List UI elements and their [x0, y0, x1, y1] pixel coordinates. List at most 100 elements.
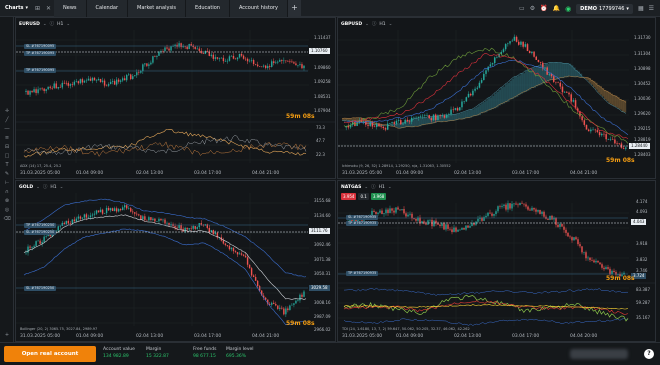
- candle: [303, 65, 305, 69]
- line-tool-icon[interactable]: ╱: [0, 116, 14, 125]
- candle: [119, 80, 122, 82]
- indicator-legend[interactable]: TDI (24, 1.6180, 13, 7, 2) 59.647, 50.06…: [342, 327, 470, 331]
- tp-order-tag[interactable]: TP #767190250: [24, 223, 57, 228]
- sl-order-tag[interactable]: SL #767190250: [24, 286, 57, 291]
- sl-order-tag[interactable]: SL #767190250: [24, 230, 57, 235]
- candle: [111, 208, 114, 212]
- shape-tool-icon[interactable]: □: [0, 152, 14, 161]
- ichimoku-cloud: [603, 90, 607, 100]
- lock-icon[interactable]: ⊗: [0, 197, 14, 206]
- add-tab-button[interactable]: +: [287, 0, 301, 17]
- tp-order-tag[interactable]: TP #767190095: [24, 68, 57, 73]
- price-chart[interactable]: [338, 181, 656, 342]
- text-tool-icon[interactable]: T: [0, 161, 14, 170]
- candle: [297, 64, 299, 66]
- candle: [389, 208, 391, 214]
- indicator-legend[interactable]: Bollinger (20, 2) 3065.75, 3027.84, 2989…: [20, 327, 97, 331]
- sl-order-tag[interactable]: SL #767190935: [346, 215, 379, 220]
- eye-icon[interactable]: ◎: [0, 206, 14, 215]
- ichimoku-cloud: [621, 100, 624, 112]
- ichimoku-cloud: [423, 117, 426, 125]
- ichimoku-cloud: [535, 66, 539, 87]
- close-icon[interactable]: ✕: [43, 5, 54, 12]
- candle: [166, 47, 168, 49]
- candle: [224, 243, 227, 246]
- chart-panel-gold[interactable]: GOLD ⌄ ⓘ H1 ⌄ TP #767190250 SL #767190250 SL…: [15, 180, 336, 342]
- candle: [109, 81, 112, 85]
- candle: [65, 220, 68, 224]
- candle: [456, 108, 459, 111]
- candle: [430, 118, 433, 121]
- grid-icon[interactable]: ▦: [638, 5, 644, 12]
- help-button[interactable]: ?: [644, 349, 654, 359]
- chart-panel-eurusd[interactable]: EURUSD ⌄ ⓘ H1 ⌄ SL #767190095 TP #767190095 …: [15, 17, 336, 179]
- candle: [465, 97, 468, 102]
- candle: [295, 300, 297, 304]
- candle: [61, 222, 63, 226]
- brush-tool-icon[interactable]: ✎: [0, 170, 14, 179]
- candle: [620, 143, 623, 148]
- measure-tool-icon[interactable]: ⊢: [0, 179, 14, 188]
- candle: [132, 211, 134, 213]
- tab-calendar[interactable]: Calendar: [86, 0, 129, 17]
- tab-education[interactable]: Education: [186, 0, 230, 17]
- candle: [381, 210, 383, 215]
- magnet-icon[interactable]: ∩: [0, 188, 14, 197]
- sl-order-tag[interactable]: SL #767190095: [24, 44, 57, 49]
- tab-news[interactable]: News: [54, 0, 87, 17]
- indicator-tick: 73.3: [316, 125, 325, 130]
- indicator-legend[interactable]: Ichimoku (9, 26, 52) 1.28914, 1.29250, n…: [342, 164, 451, 168]
- blurred-user-info: [570, 349, 628, 359]
- tools-icon[interactable]: ⚙: [530, 5, 535, 12]
- open-real-account-button[interactable]: Open real account: [4, 346, 96, 362]
- price-chart[interactable]: [16, 18, 336, 179]
- candle: [299, 64, 301, 65]
- charts-menu[interactable]: Charts ▾: [0, 5, 32, 11]
- tab-account-history[interactable]: Account history: [229, 0, 288, 17]
- tab-market-analysis[interactable]: Market analysis: [128, 0, 187, 17]
- add-icon[interactable]: +: [0, 331, 14, 340]
- cursor-icon[interactable]: ✛: [0, 107, 14, 116]
- alert-icon[interactable]: ⏰: [540, 5, 547, 12]
- price-tick: 1.08531: [314, 94, 331, 99]
- candle: [109, 208, 112, 211]
- candle: [511, 40, 513, 42]
- candle: [113, 208, 116, 212]
- candle: [190, 44, 192, 46]
- candle: [126, 205, 128, 209]
- candle: [196, 48, 198, 50]
- channel-tool-icon[interactable]: ≡: [0, 134, 14, 143]
- menu-icon[interactable]: ☰: [649, 5, 654, 12]
- candle: [391, 208, 393, 211]
- account-selector[interactable]: DEMO 17799746 ▾: [576, 3, 633, 14]
- candle: [616, 143, 618, 144]
- tp-order-tag[interactable]: TP #767190095: [24, 51, 57, 56]
- date-tick: 31.03.2025 05:00: [20, 334, 61, 339]
- chart-panel-natgas[interactable]: NATGAS ⌄ ⓘ H1 ⌄ 3.954 0.1 3.968 SL #76719093…: [337, 180, 656, 342]
- candle: [533, 207, 535, 210]
- fib-tool-icon[interactable]: ⊟: [0, 143, 14, 152]
- date-tick: 02.04 13:00: [136, 171, 164, 176]
- candle: [587, 257, 589, 259]
- candle: [87, 217, 90, 218]
- window-icon[interactable]: ▭: [519, 5, 525, 12]
- candle: [607, 267, 609, 269]
- price-chart[interactable]: [16, 181, 336, 342]
- chart-panel-gbpusd[interactable]: GBPUSD ⌄ ⓘ H1 ⌄ 1.31730 1.31304 1.30898 1.30…: [337, 17, 656, 179]
- tp-order-tag[interactable]: TP #767190935: [346, 221, 379, 226]
- candle: [539, 61, 542, 63]
- candle: [130, 74, 132, 80]
- indicator-legend[interactable]: ADX (14) 17, 25.4, 25.2: [20, 164, 61, 168]
- chevron-down-icon: ▾: [25, 5, 28, 11]
- bell-icon[interactable]: 🔔: [553, 5, 560, 12]
- split-view-icon[interactable]: ⊞: [32, 5, 43, 12]
- tp-order-tag[interactable]: TP #767190935: [346, 271, 379, 276]
- price-chart[interactable]: [338, 18, 656, 179]
- candle: [124, 205, 126, 208]
- candle: [79, 216, 82, 219]
- ichimoku-cloud: [507, 82, 510, 102]
- candle: [603, 267, 605, 270]
- trash-icon[interactable]: ⌫: [0, 215, 14, 224]
- price-tick: 1.09860: [314, 65, 331, 70]
- hline-tool-icon[interactable]: ―: [0, 125, 14, 134]
